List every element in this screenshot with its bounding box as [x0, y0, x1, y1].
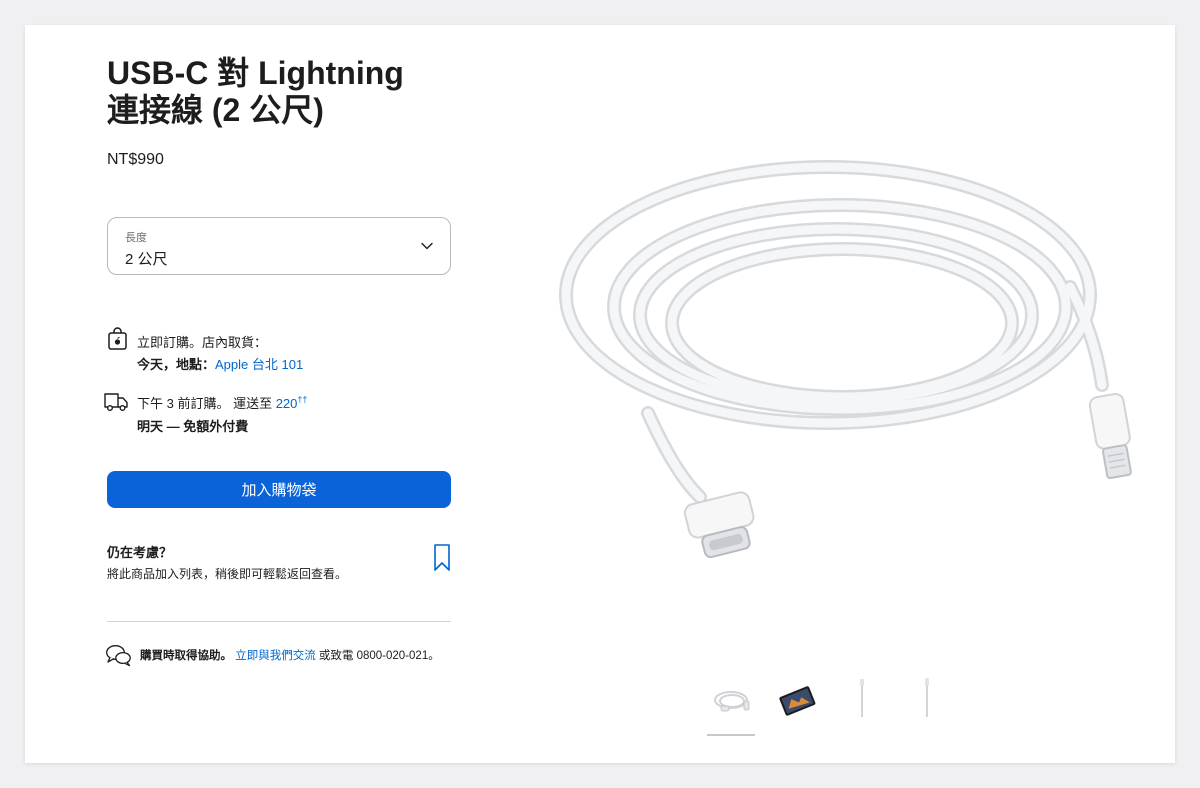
delivery-line2: 明天 — 免額外付費: [137, 419, 249, 434]
product-page: USB-C 對 Lightning 連接線 (2 公尺) NT$990 長度 2…: [25, 25, 1175, 763]
postal-code: 220: [275, 396, 298, 411]
length-select-label: 長度: [125, 232, 147, 244]
product-title-line1: USB-C 對 Lightning: [107, 55, 404, 91]
length-select-value: 2 公尺: [125, 251, 168, 268]
add-to-bag-button[interactable]: 加入購物袋: [107, 471, 451, 508]
shopping-bag-icon: [108, 327, 127, 350]
chevron-down-icon: [421, 242, 433, 250]
chat-bubbles-icon: [106, 645, 131, 667]
thumbnail-selected-indicator: [707, 734, 755, 736]
product-price: NT$990: [107, 151, 164, 168]
footnote-mark: ††: [297, 394, 308, 405]
product-title: USB-C 對 Lightning 連接線 (2 公尺): [107, 55, 467, 129]
pickup-line1: 立即訂購。店內取貨：: [137, 335, 268, 350]
product-image: [559, 160, 1132, 559]
help-phone: 或致電 0800-020-021。: [315, 650, 440, 662]
pickup-when: 今天，地點：: [137, 357, 216, 372]
delivery-truck-icon: [104, 393, 128, 412]
lightning-end-thumb-icon: [925, 678, 929, 717]
usb-c-end-thumb-icon: [860, 679, 864, 717]
postal-code-link[interactable]: 220††: [275, 394, 308, 411]
still-considering-title: 仍在考慮？: [107, 545, 173, 560]
thumbnail-ipad-with-cable[interactable]: [772, 675, 822, 735]
delivery-order-by: 下午 3 前訂購。 運送至: [137, 396, 276, 411]
gallery-thumbnails: [695, 675, 975, 745]
thumbnail-cable-coil[interactable]: [707, 675, 757, 735]
pickup-line2: 今天，地點：Apple 台北 101: [137, 354, 303, 373]
still-considering-subtitle: 將此商品加入列表，稍後即可輕鬆返回查看。: [107, 567, 348, 581]
ipad-thumb-icon: [779, 686, 816, 716]
bookmark-icon[interactable]: [431, 543, 453, 573]
chat-now-link[interactable]: 立即與我們交流: [235, 650, 316, 662]
product-title-line2: 連接線 (2 公尺): [107, 92, 324, 128]
delivery-line1: 下午 3 前訂購。 運送至 220††: [137, 393, 307, 412]
cable-coil-thumb-icon: [714, 691, 750, 712]
thumbnail-cable-usb-c-end[interactable]: [837, 675, 887, 735]
thumbnail-cable-lightning-end[interactable]: [902, 675, 952, 735]
divider: [107, 621, 451, 622]
help-text: 購買時取得協助。 立即與我們交流 或致電 0800-020-021。: [140, 647, 440, 663]
store-link[interactable]: Apple 台北 101: [215, 357, 303, 372]
help-bold: 購買時取得協助。: [140, 650, 232, 662]
length-select[interactable]: 長度 2 公尺: [107, 217, 451, 275]
